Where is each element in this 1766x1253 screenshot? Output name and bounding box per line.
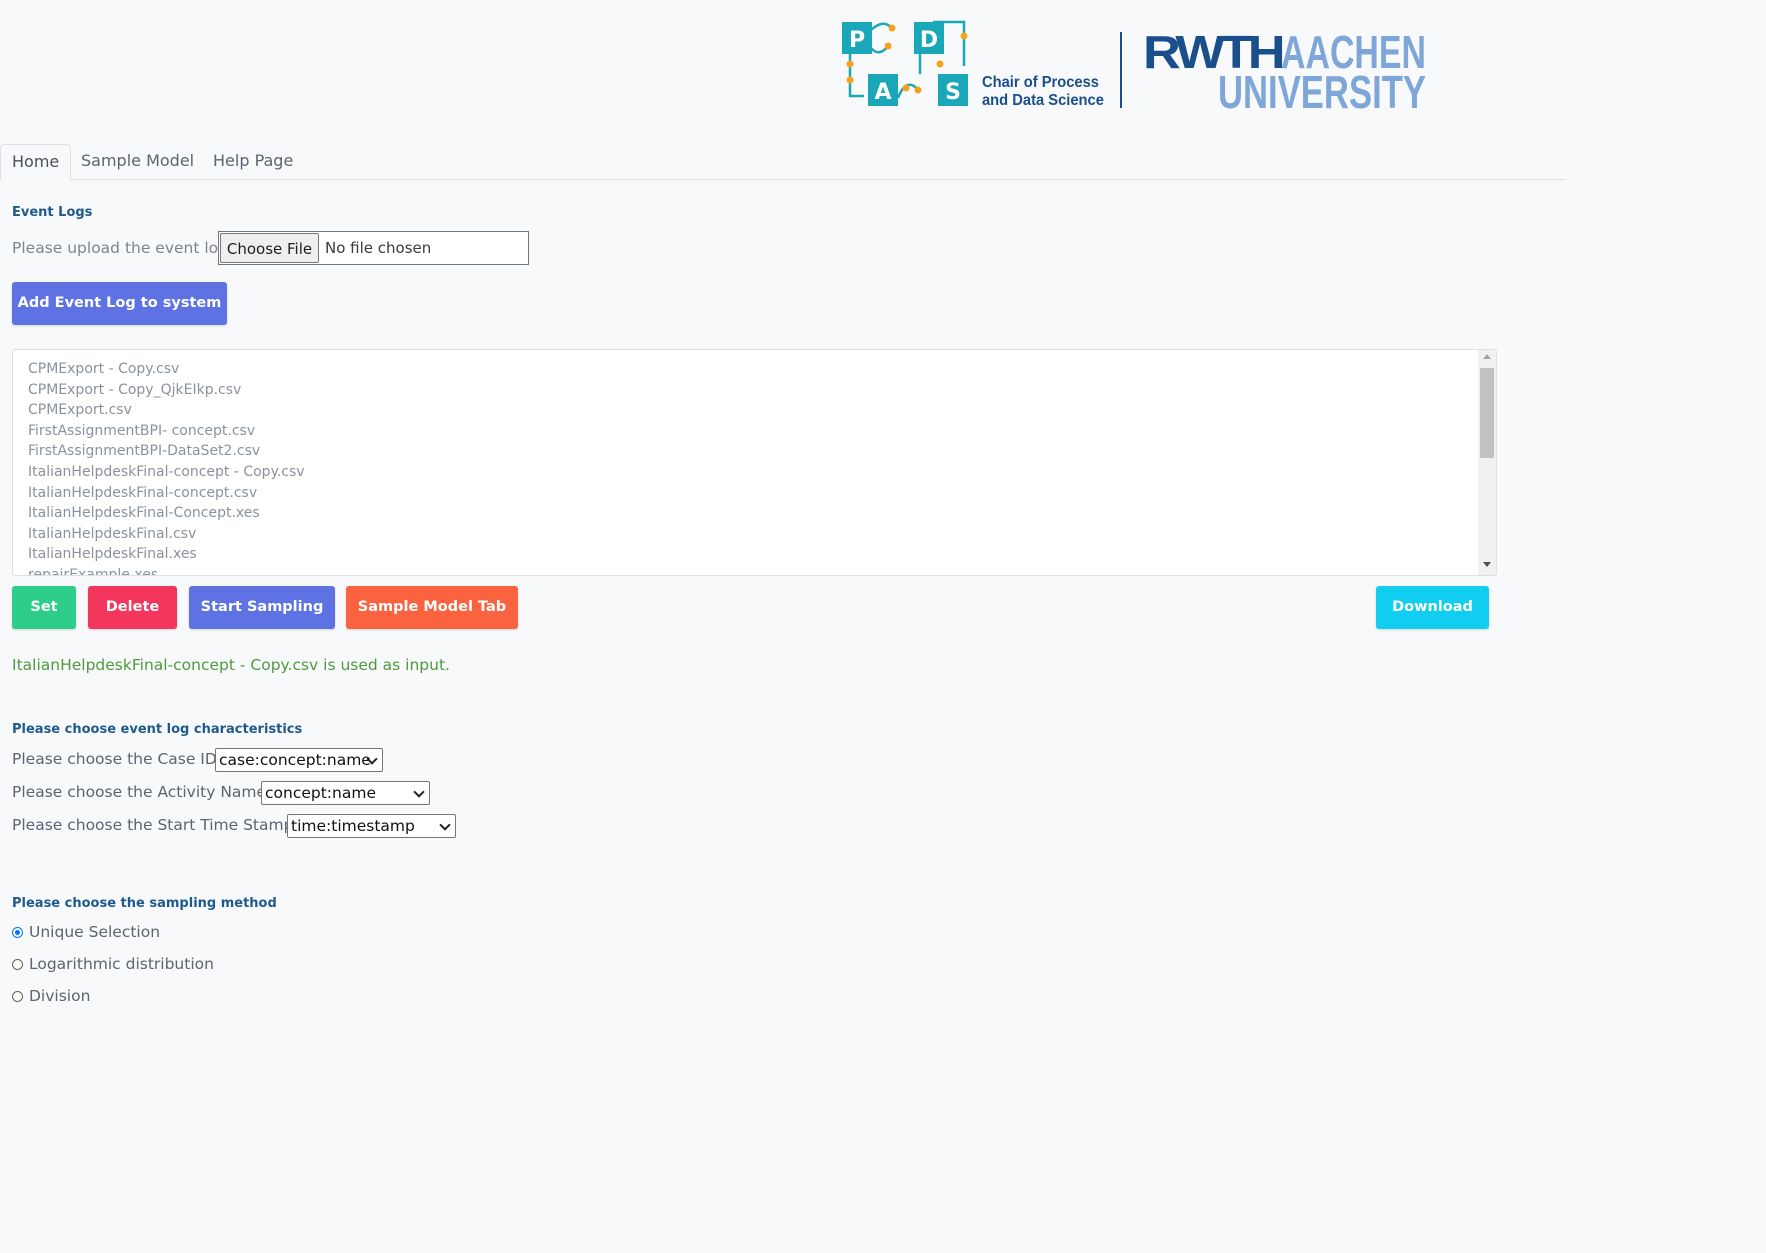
- activity-name-label: Please choose the Activity Name:: [12, 783, 272, 801]
- pads-letter-a: A: [874, 80, 891, 105]
- pads-letter-s: S: [945, 80, 961, 105]
- radio-division[interactable]: [12, 991, 23, 1002]
- start-timestamp-select[interactable]: time:timestamp: [287, 814, 456, 838]
- chevron-down-icon: [439, 819, 451, 831]
- add-event-log-button[interactable]: Add Event Log to system: [12, 282, 227, 325]
- start-timestamp-select-value: time:timestamp: [291, 817, 415, 835]
- case-id-select[interactable]: case:concept:name: [215, 748, 383, 772]
- logo-divider: [1120, 32, 1122, 108]
- no-file-text: No file chosen: [325, 239, 432, 257]
- event-log-list-items: CPMExport - Copy.csv CPMExport - Copy_Qjk…: [28, 359, 305, 575]
- tab-home[interactable]: Home: [0, 144, 72, 181]
- scroll-down-arrow-icon[interactable]: [1483, 562, 1491, 567]
- radio-label-logarithmic: Logarithmic distribution: [29, 955, 214, 973]
- event-log-list[interactable]: CPMExport - Copy.csv CPMExport - Copy_Qjk…: [12, 349, 1497, 576]
- set-button[interactable]: Set: [12, 586, 76, 629]
- file-upload-input[interactable]: Choose File No file chosen: [218, 231, 529, 265]
- list-item[interactable]: repairExample.xes: [28, 565, 305, 575]
- input-status-message: ItalianHelpdeskFinal-concept - Copy.csv …: [12, 656, 450, 674]
- pads-logo: P D A S: [842, 20, 968, 106]
- list-scrollbar[interactable]: [1478, 350, 1496, 575]
- scroll-up-arrow-icon[interactable]: [1483, 354, 1491, 359]
- activity-name-select-value: concept:name: [265, 784, 376, 802]
- list-item[interactable]: ItalianHelpdeskFinal-Concept.xes: [28, 503, 305, 524]
- tab-help-page[interactable]: Help Page: [202, 144, 304, 178]
- chair-line-1: Chair of Process: [982, 74, 1099, 91]
- list-item[interactable]: CPMExport.csv: [28, 400, 305, 421]
- radio-unique-selection[interactable]: [12, 927, 23, 938]
- list-item[interactable]: ItalianHelpdeskFinal-concept.csv: [28, 483, 305, 504]
- page-header: P D A S Chair of Process and Data Scienc…: [0, 0, 1566, 145]
- characteristics-title: Please choose event log characteristics: [12, 722, 303, 737]
- list-item[interactable]: FirstAssignmentBPI-DataSet2.csv: [28, 441, 305, 462]
- list-item[interactable]: ItalianHelpdeskFinal-concept - Copy.csv: [28, 462, 305, 483]
- sample-model-tab-button[interactable]: Sample Model Tab: [346, 586, 518, 629]
- delete-button[interactable]: Delete: [88, 586, 177, 629]
- activity-name-select[interactable]: concept:name: [261, 781, 430, 805]
- start-timestamp-label: Please choose the Start Time Stamp:: [12, 816, 299, 834]
- radio-label-unique-selection: Unique Selection: [29, 923, 161, 941]
- chair-line-2: and Data Science: [982, 92, 1104, 109]
- chevron-down-icon: [413, 786, 425, 798]
- pads-letter-p: P: [849, 28, 865, 53]
- list-item[interactable]: ItalianHelpdeskFinal.xes: [28, 544, 305, 565]
- list-item[interactable]: FirstAssignmentBPI- concept.csv: [28, 421, 305, 442]
- tab-sample-model[interactable]: Sample Model: [70, 144, 205, 178]
- tab-bar: Home Sample Model Help Page: [0, 144, 1566, 181]
- case-id-select-value: case:concept:name: [219, 751, 371, 769]
- list-item[interactable]: ItalianHelpdeskFinal.csv: [28, 524, 305, 545]
- radio-label-division: Division: [29, 987, 91, 1005]
- rwth-logo: RWTH AACHEN UNIVERSITY: [1143, 28, 1426, 112]
- event-logs-title: Event Logs: [12, 205, 93, 220]
- choose-file-button[interactable]: Choose File: [220, 233, 319, 263]
- pads-letter-d: D: [920, 28, 938, 53]
- sampling-method-title: Please choose the sampling method: [12, 896, 277, 911]
- upload-label: Please upload the event log:: [12, 239, 234, 257]
- radio-logarithmic[interactable]: [12, 959, 23, 970]
- list-item[interactable]: CPMExport - Copy.csv: [28, 359, 305, 380]
- list-item[interactable]: CPMExport - Copy_QjkEIkp.csv: [28, 380, 305, 401]
- start-sampling-button[interactable]: Start Sampling: [189, 586, 335, 629]
- scroll-thumb[interactable]: [1480, 368, 1494, 458]
- university-text: UNIVERSITY: [1218, 66, 1426, 112]
- chair-name: Chair of Process and Data Science: [982, 74, 1104, 110]
- download-button[interactable]: Download: [1376, 586, 1489, 629]
- case-id-label: Please choose the Case ID:: [12, 750, 223, 768]
